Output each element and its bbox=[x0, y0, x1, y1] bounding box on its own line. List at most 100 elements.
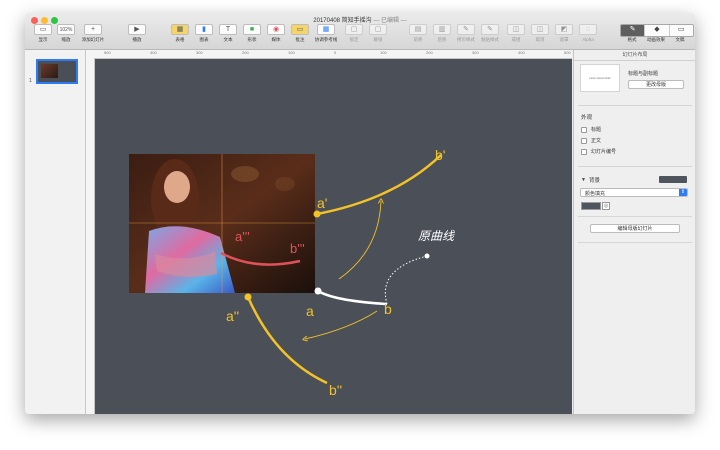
background-color-swatch[interactable] bbox=[659, 176, 687, 183]
shape-label: 形状 bbox=[247, 37, 257, 42]
play-icon: ▶ bbox=[128, 24, 146, 35]
format-tab[interactable]: ✎ bbox=[621, 25, 646, 36]
slide-number-checkbox-row[interactable]: 幻灯片编号 bbox=[581, 148, 616, 155]
slide-number-checkbox-label: 幻灯片编号 bbox=[591, 149, 617, 155]
guides-label: 协调参考线 bbox=[314, 37, 338, 42]
ruler-mark: 500 bbox=[564, 50, 571, 55]
portrait-photo[interactable] bbox=[129, 154, 315, 293]
animate-tab[interactable]: ◆ bbox=[645, 25, 670, 36]
edit-master-slide-button[interactable]: 编辑母版幻灯片 bbox=[590, 224, 680, 233]
group-button[interactable]: ◫ 成组 bbox=[503, 24, 529, 46]
divider bbox=[578, 242, 692, 243]
guides-button[interactable]: ▦ 协调参考线 bbox=[313, 24, 339, 46]
unlock-label: 解锁 bbox=[373, 37, 383, 42]
slide-number-checkbox[interactable] bbox=[581, 148, 587, 155]
alpha-icon: ◌ bbox=[579, 24, 597, 35]
bring-forward-button[interactable]: ▤ 前移 bbox=[405, 24, 431, 46]
body-checkbox[interactable] bbox=[581, 137, 587, 144]
fill-type-select[interactable]: 颜色填充 ⇕ bbox=[580, 188, 688, 197]
yellow-curve-top[interactable] bbox=[316, 154, 442, 216]
master-thumbnail-text: Lorem Ipsum Dolor bbox=[589, 76, 611, 80]
zoom-label: 缩放 bbox=[61, 37, 71, 42]
copy-style-icon: ✎ bbox=[457, 24, 475, 35]
play-button[interactable]: ▶ 播放 bbox=[124, 24, 150, 46]
alpha-button[interactable]: ◌ Alpha bbox=[575, 24, 601, 46]
group-icon: ◫ bbox=[507, 24, 525, 35]
ruler-mark: 200 bbox=[426, 50, 433, 55]
disclosure-triangle-icon[interactable]: ▼ bbox=[581, 177, 586, 183]
document-label: 文稿 bbox=[675, 37, 685, 42]
send-backward-button[interactable]: ▥ 后移 bbox=[429, 24, 455, 46]
color-picker-icon[interactable]: ◎ bbox=[602, 202, 610, 210]
shape-button[interactable]: ■ 形状 bbox=[239, 24, 265, 46]
bring-forward-label: 前移 bbox=[413, 37, 423, 42]
ruler-mark: 300 bbox=[196, 50, 203, 55]
point-a[interactable] bbox=[314, 287, 322, 295]
yellow-curve-bottom[interactable] bbox=[246, 296, 328, 385]
thumbnail-photo bbox=[41, 64, 58, 78]
shape-icon: ■ bbox=[243, 24, 261, 35]
paste-style-icon: ✎ bbox=[481, 24, 499, 35]
alpha-label: Alpha bbox=[582, 37, 594, 42]
slide-thumbnail[interactable] bbox=[36, 59, 78, 84]
slide-canvas[interactable]: a' b' a''' b''' a'' b'' a b 原曲线 bbox=[95, 59, 572, 414]
copy-style-button[interactable]: ✎ 拷贝样式 bbox=[453, 24, 479, 46]
label-b-prime: b' bbox=[435, 147, 445, 163]
mask-label: 遮罩 bbox=[559, 37, 569, 42]
text-button[interactable]: T 文本 bbox=[215, 24, 241, 46]
master-section: Lorem Ipsum Dolor 标题与副标题 更改母版 bbox=[580, 64, 690, 98]
copy-style-label: 拷贝样式 bbox=[457, 37, 475, 42]
control-handle bbox=[385, 255, 428, 305]
app-window: 20170408 简知手摇沟 — 已编辑 — ▭ 显示 102% 缩放 + 添加… bbox=[25, 13, 695, 414]
bring-forward-icon: ▤ bbox=[409, 24, 427, 35]
zoom-button[interactable]: 102% 缩放 bbox=[54, 24, 78, 46]
inspector-header: 幻灯片布局 bbox=[574, 50, 695, 61]
unlock-button[interactable]: ▢ 解锁 bbox=[365, 24, 391, 46]
original-curve[interactable] bbox=[317, 289, 388, 306]
format-label: 格式 bbox=[627, 37, 637, 42]
title-checkbox-row[interactable]: 标题 bbox=[581, 126, 601, 133]
point-a-prime[interactable] bbox=[313, 210, 321, 218]
master-thumbnail[interactable]: Lorem Ipsum Dolor bbox=[580, 64, 620, 92]
slide-number: 1 bbox=[29, 78, 32, 84]
format-inspector: 幻灯片布局 Lorem Ipsum Dolor 标题与副标题 更改母版 外观 标… bbox=[573, 50, 695, 414]
media-button[interactable]: ◉ 媒体 bbox=[263, 24, 289, 46]
comment-button[interactable]: ▭ 批注 bbox=[287, 24, 313, 46]
chart-button[interactable]: ▮ 图表 bbox=[191, 24, 217, 46]
grid-icon: ▦ bbox=[317, 24, 335, 35]
chevron-updown-icon: ⇕ bbox=[679, 189, 687, 196]
label-original-curve: 原曲线 bbox=[418, 229, 455, 243]
mask-button[interactable]: ◩ 遮罩 bbox=[551, 24, 577, 46]
add-slide-button[interactable]: + 添加幻灯片 bbox=[80, 24, 106, 46]
change-master-button[interactable]: 更改母版 bbox=[628, 80, 684, 89]
title-checkbox[interactable] bbox=[581, 126, 587, 133]
background-row[interactable]: ▼ 背景 bbox=[581, 176, 691, 184]
ungroup-button[interactable]: ◫ 取消 bbox=[527, 24, 553, 46]
lock-button[interactable]: ▢ 锁定 bbox=[341, 24, 367, 46]
ruler-mark: 500 bbox=[104, 50, 111, 55]
ruler-mark: 0 bbox=[334, 50, 337, 55]
rotate-arrow-down bbox=[305, 310, 378, 339]
add-slide-label: 添加幻灯片 bbox=[81, 37, 105, 42]
ungroup-label: 取消 bbox=[535, 37, 545, 42]
master-name: 标题与副标题 bbox=[628, 71, 659, 77]
table-button[interactable]: ▦ 表格 bbox=[167, 24, 193, 46]
label-b-triple-prime: b''' bbox=[290, 241, 305, 256]
ruler-mark: 100 bbox=[288, 50, 295, 55]
document-tab[interactable]: ▭ bbox=[669, 25, 693, 36]
paste-style-button[interactable]: ✎ 粘贴样式 bbox=[477, 24, 503, 46]
left-ruler bbox=[86, 58, 95, 414]
control-point[interactable] bbox=[424, 253, 430, 259]
view-button[interactable]: ▭ 显示 bbox=[30, 24, 56, 46]
point-a-double-prime[interactable] bbox=[244, 293, 252, 301]
media-icon: ◉ bbox=[267, 24, 285, 35]
appearance-heading: 外观 bbox=[581, 115, 593, 121]
divider bbox=[578, 166, 692, 167]
color-well[interactable] bbox=[581, 202, 601, 210]
body-checkbox-row[interactable]: 正文 bbox=[581, 137, 601, 144]
label-b: b bbox=[384, 301, 392, 317]
label-a-double-prime: a'' bbox=[226, 308, 239, 324]
lock-icon: ▢ bbox=[345, 24, 363, 35]
group-label: 成组 bbox=[511, 37, 521, 42]
text-icon: T bbox=[219, 24, 237, 35]
